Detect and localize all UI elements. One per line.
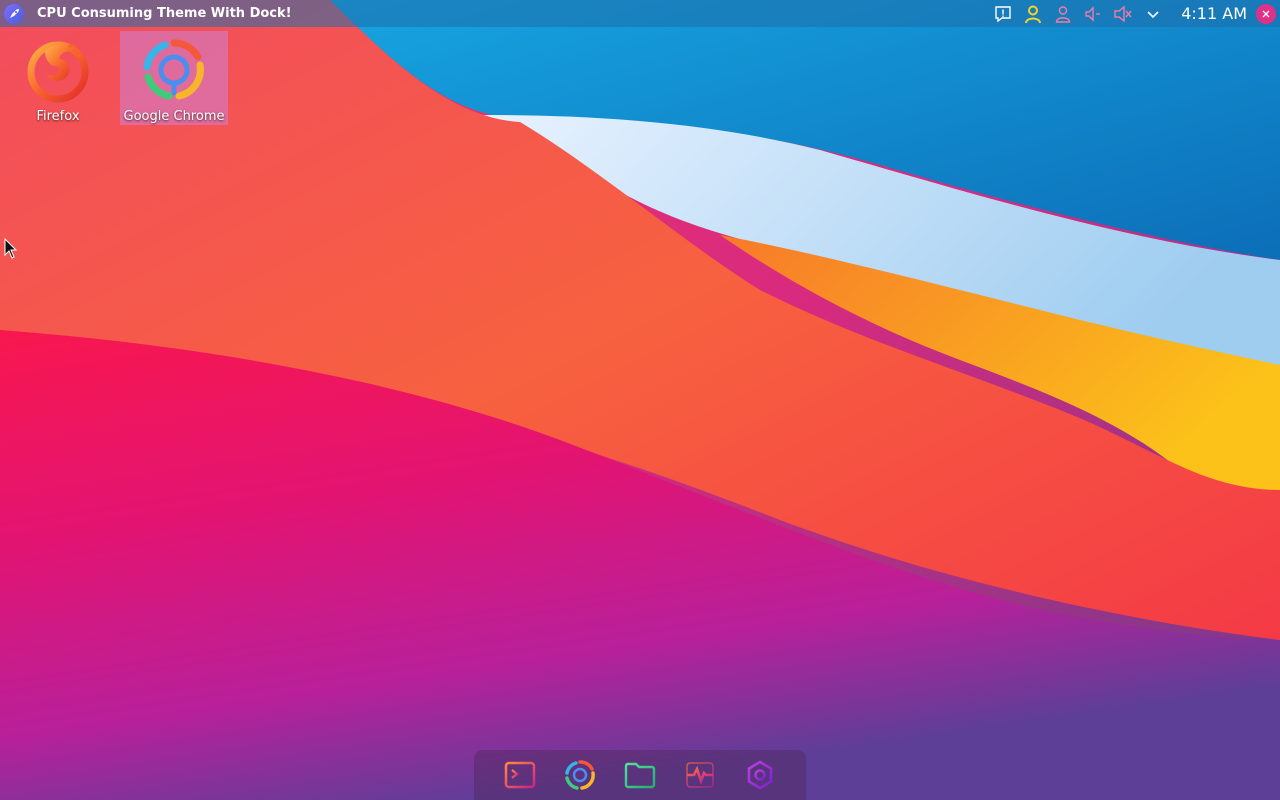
system-tray: 4:11 AM [988,0,1280,27]
desktop-icon-google-chrome[interactable]: Google Chrome [120,31,228,125]
settings-icon [747,760,773,790]
close-button[interactable] [1256,3,1276,24]
close-icon [1262,10,1270,17]
desktop-icon-label: Google Chrome [123,109,225,124]
desktop-icon-label: Firefox [36,109,80,124]
mouse-cursor-icon [4,238,18,259]
firefox-icon [27,41,89,103]
chrome-icon [565,760,595,790]
rocket-icon [10,8,19,18]
system-monitor-icon [686,762,714,788]
desktop-icon-firefox[interactable]: Firefox [4,31,112,125]
chevron-down-icon[interactable] [1142,3,1164,25]
dock-item-system-monitor[interactable] [682,757,718,793]
user-status-icon[interactable] [1022,3,1044,25]
app-launcher-button[interactable] [4,3,24,24]
notification-icon[interactable] [992,3,1014,25]
files-icon [624,762,656,789]
dock-item-settings[interactable] [742,757,778,793]
terminal-icon [504,761,536,789]
clock[interactable]: 4:11 AM [1181,4,1247,23]
dock-item-files[interactable] [622,757,658,793]
volume-icon[interactable] [1082,3,1104,25]
top-panel: CPU Consuming Theme With Dock! 4:11 AM [0,0,1280,27]
dock-item-terminal[interactable] [502,757,538,793]
dock-item-chrome[interactable] [562,757,598,793]
chrome-icon [143,39,204,100]
user-icon[interactable] [1052,3,1074,25]
window-title: CPU Consuming Theme With Dock! [37,6,292,21]
dock [474,750,806,800]
desktop-screen: CPU Consuming Theme With Dock! 4:11 AM F… [0,0,1280,800]
mute-icon[interactable] [1112,3,1134,25]
